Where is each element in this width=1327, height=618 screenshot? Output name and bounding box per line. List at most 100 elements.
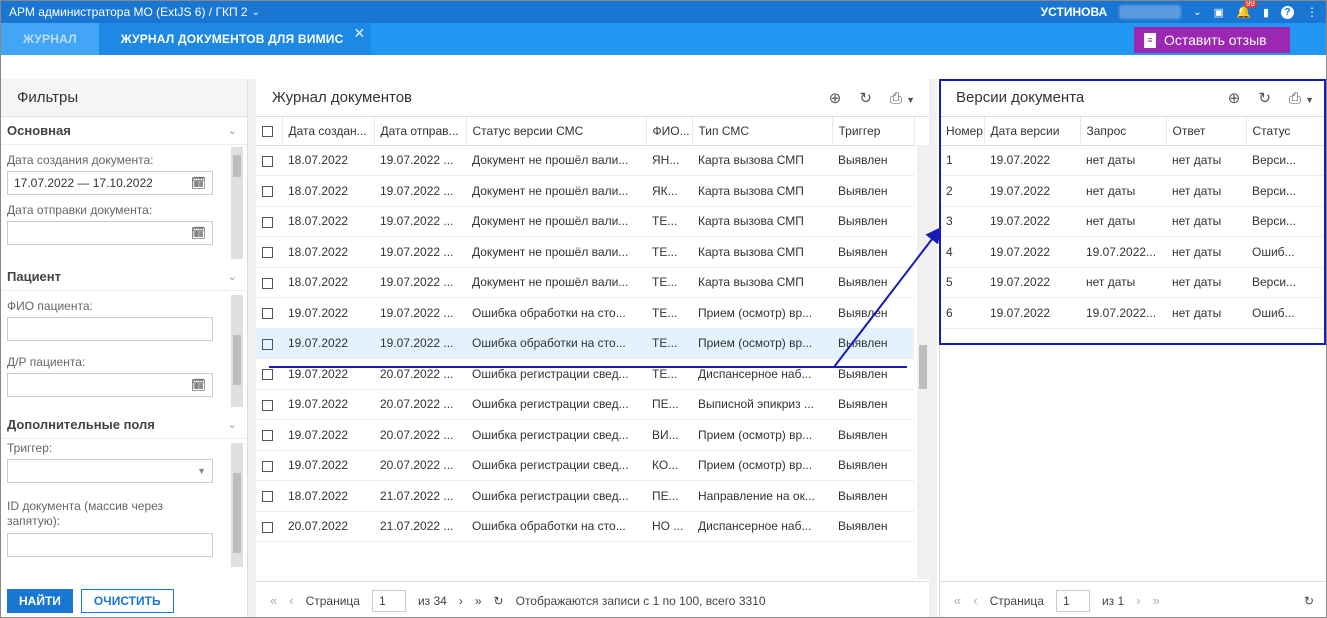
column-header[interactable]: Дата версии — [984, 117, 1081, 146]
row-checkbox[interactable] — [256, 145, 282, 176]
more-icon[interactable]: ⋮ — [1306, 5, 1318, 19]
column-header[interactable]: Запрос — [1080, 117, 1167, 146]
table-cell[interactable]: Документ не прошёл вали... — [466, 267, 646, 298]
row-checkbox[interactable] — [256, 236, 282, 268]
close-icon[interactable]: ✕ — [354, 25, 366, 42]
chevron-down-icon[interactable]: ⌄ — [228, 418, 237, 431]
chevron-down-icon[interactable]: ⌄ — [1193, 7, 1201, 18]
table-row[interactable]: 18.07.2022 19.07.2022 ... Документ не прош… — [256, 236, 914, 268]
next-page-icon[interactable]: › — [459, 594, 463, 608]
table-cell[interactable]: Документ не прошёл вали... — [466, 145, 646, 176]
help-icon[interactable]: ? — [1281, 5, 1294, 19]
table-row[interactable]: 20.07.2022 21.07.2022 ... Ошибка обработки… — [256, 511, 914, 542]
refresh-icon[interactable]: ↻ — [859, 89, 872, 107]
table-row[interactable]: 18.07.2022 19.07.2022 ... Документ не прош… — [256, 267, 914, 298]
refresh-icon[interactable]: ↻ — [1304, 594, 1314, 608]
row-checkbox[interactable] — [256, 297, 282, 329]
feedback-button[interactable]: ≡ Оставить отзыв — [1134, 27, 1290, 53]
right-splitter[interactable] — [929, 79, 937, 617]
page-input[interactable]: 1 — [1055, 589, 1090, 612]
row-checkbox[interactable] — [256, 206, 282, 237]
window-icon[interactable]: ▣ — [1214, 6, 1224, 19]
created-date-field[interactable]: 17.07.2022 — 17.10.2022 🗓 — [7, 171, 213, 195]
prev-page-icon[interactable]: ‹ — [973, 593, 977, 608]
table-row[interactable]: 5 19.07.2022 нет даты нет даты Верси... — [940, 267, 1325, 298]
chevron-down-icon[interactable]: ⌄ — [228, 124, 237, 137]
add-icon[interactable]: ⊕ — [1228, 89, 1241, 107]
refresh-icon[interactable]: ↻ — [494, 594, 504, 608]
table-cell[interactable]: Документ не прошёл вали... — [466, 206, 646, 237]
table-cell[interactable]: Ошибка регистрации свед... — [466, 358, 646, 390]
select-all-checkbox[interactable] — [256, 117, 283, 146]
clear-button[interactable]: ОЧИСТИТЬ — [80, 589, 174, 613]
first-page-icon[interactable]: « — [954, 593, 961, 608]
row-checkbox[interactable] — [256, 175, 282, 207]
table-row[interactable]: 18.07.2022 21.07.2022 ... Ошибка регистрац… — [256, 480, 914, 512]
prev-page-icon[interactable]: ‹ — [289, 593, 293, 608]
row-checkbox[interactable] — [256, 511, 282, 542]
table-cell[interactable]: Ошибка регистрации свед... — [466, 419, 646, 451]
table-row[interactable]: 18.07.2022 19.07.2022 ... Документ не прош… — [256, 145, 914, 176]
left-splitter[interactable] — [248, 79, 256, 617]
tab-vimis-documents[interactable]: ЖУРНАЛ ДОКУМЕНТОВ ДЛЯ ВИМИС ✕ — [98, 23, 372, 55]
row-checkbox[interactable] — [256, 450, 282, 481]
scrollbar[interactable] — [231, 295, 243, 407]
table-row[interactable]: 19.07.2022 20.07.2022 ... Ошибка регистрац… — [256, 358, 914, 390]
table-cell[interactable]: Документ не прошёл вали... — [466, 175, 646, 207]
journal-scrollbar[interactable] — [917, 145, 929, 579]
video-icon[interactable]: ▮ — [1263, 6, 1269, 19]
column-header[interactable]: Статус версии СМС — [466, 117, 647, 146]
row-checkbox[interactable] — [256, 419, 282, 451]
section-extra-header[interactable]: Дополнительные поля ⌄ — [1, 411, 247, 439]
refresh-icon[interactable]: ↻ — [1258, 89, 1271, 107]
column-header[interactable]: ФИО... — [646, 117, 693, 146]
table-cell[interactable]: 19.07.2022... — [1080, 297, 1166, 329]
table-row[interactable]: 19.07.2022 19.07.2022 ... Ошибка обработки… — [256, 328, 914, 359]
user-name[interactable]: УСТИНОВА — [1041, 5, 1108, 19]
calendar-icon[interactable]: 🗓 — [191, 176, 206, 190]
next-page-icon[interactable]: › — [1136, 593, 1140, 608]
chevron-down-icon[interactable]: ⌄ — [252, 7, 260, 18]
calendar-icon[interactable]: 🗓 — [191, 226, 206, 240]
row-checkbox[interactable] — [256, 389, 282, 420]
table-cell[interactable]: Ошибка регистрации свед... — [466, 480, 646, 512]
scrollbar[interactable] — [231, 147, 243, 259]
column-header[interactable]: Дата создан... — [282, 117, 375, 146]
column-header[interactable]: Триггер — [832, 117, 915, 146]
calendar-icon[interactable]: 🗓 — [191, 378, 206, 392]
table-row[interactable]: 1 19.07.2022 нет даты нет даты Верси... — [940, 145, 1325, 176]
row-checkbox[interactable] — [256, 358, 282, 390]
tab-journal[interactable]: ЖУРНАЛ — [1, 23, 99, 55]
section-patient-header[interactable]: Пациент ⌄ — [1, 263, 247, 291]
table-cell[interactable]: Документ не прошёл вали... — [466, 236, 646, 268]
scrollbar[interactable] — [231, 443, 243, 567]
table-row[interactable]: 18.07.2022 19.07.2022 ... Документ не прош… — [256, 206, 914, 237]
table-row[interactable]: 18.07.2022 19.07.2022 ... Документ не прош… — [256, 175, 914, 207]
first-page-icon[interactable]: « — [270, 593, 277, 608]
document-id-input[interactable] — [7, 533, 213, 557]
row-checkbox[interactable] — [256, 267, 282, 298]
page-input[interactable]: 1 — [371, 589, 406, 612]
table-row[interactable]: 19.07.2022 20.07.2022 ... Ошибка регистрац… — [256, 389, 914, 420]
table-cell[interactable]: Ошибка регистрации свед... — [466, 450, 646, 481]
table-row[interactable]: 6 19.07.2022 19.07.2022... нет даты Ошиб... — [940, 297, 1325, 329]
table-cell[interactable]: 19.07.2022... — [1080, 236, 1166, 268]
column-header[interactable]: Дата отправ... — [374, 117, 467, 146]
column-header[interactable]: Статус — [1246, 117, 1326, 146]
patient-name-input[interactable] — [7, 317, 213, 341]
table-row[interactable]: 4 19.07.2022 19.07.2022... нет даты Ошиб... — [940, 236, 1325, 268]
row-checkbox[interactable] — [256, 480, 282, 512]
sent-date-field[interactable]: 🗓 — [7, 221, 213, 245]
table-row[interactable]: 2 19.07.2022 нет даты нет даты Верси... — [940, 175, 1325, 207]
last-page-icon[interactable]: » — [475, 594, 482, 608]
app-title[interactable]: АРМ администратора МО (ExtJS 6) / ГКП 2 — [1, 5, 248, 19]
add-icon[interactable]: ⊕ — [829, 89, 842, 107]
section-main-header[interactable]: Основная ⌄ — [1, 117, 247, 145]
table-row[interactable]: 3 19.07.2022 нет даты нет даты Верси... — [940, 206, 1325, 237]
chevron-down-icon[interactable]: ⌄ — [228, 270, 237, 283]
column-header[interactable]: Номер... — [940, 117, 985, 146]
find-button[interactable]: НАЙТИ — [7, 589, 73, 613]
last-page-icon[interactable]: » — [1153, 593, 1160, 608]
print-icon[interactable]: ⎙ ▼ — [890, 90, 915, 107]
print-icon[interactable]: ⎙ ▼ — [1289, 90, 1314, 107]
